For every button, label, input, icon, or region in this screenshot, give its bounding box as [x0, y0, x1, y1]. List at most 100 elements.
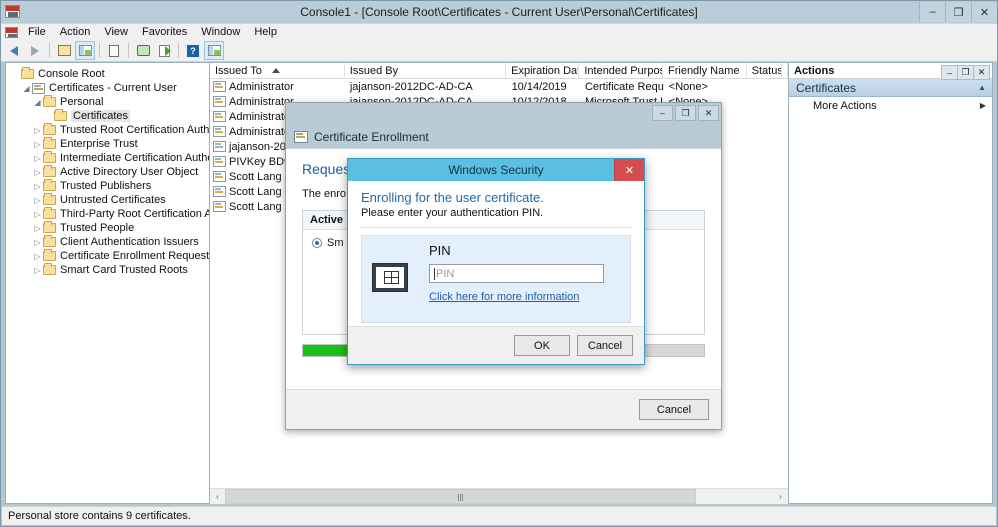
help-icon[interactable]: ? [183, 41, 203, 60]
show-hide-tree-icon[interactable] [75, 41, 95, 60]
tree-node-trusted-root-certification-authorities[interactable]: ▷ Trusted Root Certification Authorities [8, 123, 209, 137]
scrollbar-track[interactable] [225, 488, 773, 504]
back-arrow-icon[interactable] [4, 41, 24, 60]
menu-item-view[interactable]: View [97, 25, 135, 39]
certificate-enrollment-minimize-button[interactable]: – [652, 105, 673, 121]
cell-purposes: Certificate Request ... [584, 80, 664, 93]
tree-node-certificates-current-user[interactable]: ◢ Certificates - Current User [8, 81, 209, 95]
mmc-console-window: Console1 - [Console Root\Certificates - … [0, 0, 998, 527]
column-header-issued-to[interactable]: Issued To [210, 63, 345, 78]
tree-expander-icon[interactable]: ▷ [32, 140, 43, 149]
certificate-enrollment-window-controls: – ❐ ✕ [650, 105, 719, 121]
column-header-label: Intended Purposes [584, 65, 662, 77]
ok-button[interactable]: OK [514, 335, 570, 356]
tree-node-console-root[interactable]: Console Root [8, 67, 209, 81]
toolbar-separator [99, 43, 100, 58]
divider [361, 227, 631, 228]
column-header-label: Expiration Date [511, 65, 580, 77]
console-menu-icon [5, 26, 21, 38]
actions-pane: Actions Certificates ▲ More Actions ▶ [788, 63, 992, 503]
console-tree-pane[interactable]: Console Root ◢ Certificates - Current User… [6, 63, 210, 503]
tree-node-label: Enterprise Trust [60, 138, 138, 150]
mdi-close-button[interactable]: ✕ [973, 65, 990, 80]
tree-node-untrusted-certificates[interactable]: ▷ Untrusted Certificates [8, 193, 209, 207]
window-title: Console1 - [Console Root\Certificates - … [300, 5, 698, 19]
tree-expander-icon[interactable]: ▷ [32, 238, 43, 247]
toolbar-separator [178, 43, 179, 58]
tree-node-label: Trusted Root Certification Authorities [60, 124, 210, 136]
mdi-minimize-button[interactable]: – [941, 65, 958, 80]
scroll-right-button[interactable]: › [773, 488, 788, 504]
windows-security-heading: Enrolling for the user certificate. [361, 190, 544, 205]
tree-expander-icon[interactable]: ▷ [32, 252, 43, 261]
folder-icon [43, 179, 56, 191]
tree-node-smart-card-trusted-roots[interactable]: ▷ Smart Card Trusted Roots [8, 263, 209, 277]
forward-arrow-icon[interactable] [25, 41, 45, 60]
certificate-icon [213, 156, 226, 167]
window-titlebar: Console1 - [Console Root\Certificates - … [1, 1, 997, 23]
column-header-status[interactable]: Status [747, 63, 783, 78]
column-header-issued-by[interactable]: Issued By [345, 63, 507, 78]
tree-node-intermediate-certification-authorities[interactable]: ▷ Intermediate Certification Authorities [8, 151, 209, 165]
up-folder-icon[interactable] [54, 41, 74, 60]
tree-node-trusted-people[interactable]: ▷ Trusted People [8, 221, 209, 235]
tree-node-trusted-publishers[interactable]: ▷ Trusted Publishers [8, 179, 209, 193]
tree-expander-icon[interactable]: ▷ [32, 210, 43, 219]
action-item-label: More Actions [813, 99, 877, 112]
column-header-label: Issued To [215, 65, 262, 77]
menu-item-file[interactable]: File [21, 25, 53, 39]
tree-expander-icon[interactable]: ◢ [21, 84, 32, 93]
cancel-button[interactable]: Cancel [577, 335, 633, 356]
folder-icon [43, 165, 56, 177]
tree-expander-icon[interactable]: ▷ [32, 266, 43, 275]
menu-item-window[interactable]: Window [194, 25, 247, 39]
pin-input[interactable]: PIN [429, 264, 604, 283]
radio-selected-icon[interactable] [312, 238, 322, 248]
table-row[interactable]: Administrator jajanson-2012DC-AD-CA 10/14/… [210, 79, 788, 94]
horizontal-scrollbar[interactable]: ‹ › [210, 488, 788, 504]
tree-node-client-authentication-issuers[interactable]: ▷ Client Authentication Issuers [8, 235, 209, 249]
properties-icon[interactable] [104, 41, 124, 60]
tree-node-active-directory-user-object[interactable]: ▷ Active Directory User Object [8, 165, 209, 179]
certificate-enrollment-cancel-button[interactable]: Cancel [639, 399, 709, 420]
action-item-more-actions[interactable]: More Actions ▶ [789, 97, 992, 114]
windows-security-close-button[interactable]: ✕ [614, 159, 644, 181]
certificate-enrollment-close-button[interactable]: ✕ [698, 105, 719, 121]
tree-expander-icon[interactable]: ▷ [32, 168, 43, 177]
tree-node-certificates[interactable]: Certificates [8, 109, 209, 123]
column-header-label: Issued By [349, 65, 399, 77]
tree-node-third-party-root-certification-authorities[interactable]: ▷ Third-Party Root Certification Authorit… [8, 207, 209, 221]
column-header-certi[interactable]: Certi [782, 63, 789, 78]
tree-expander-icon[interactable]: ◢ [32, 98, 43, 107]
cell-certi: Enro [783, 81, 788, 93]
tree-expander-icon[interactable]: ▷ [32, 154, 43, 163]
refresh-icon[interactable] [133, 41, 153, 60]
tree-node-certificate-enrollment-requests[interactable]: ▷ Certificate Enrollment Requests [8, 249, 209, 263]
tree-node-label: Certificate Enrollment Requests [60, 250, 210, 262]
tree-expander-icon[interactable]: ▷ [32, 224, 43, 233]
chevron-up-icon[interactable]: ▲ [978, 83, 986, 92]
tree-expander-icon[interactable]: ▷ [32, 196, 43, 205]
certificate-icon [213, 111, 226, 122]
folder-icon [43, 221, 56, 233]
tree-expander-icon[interactable]: ▷ [32, 182, 43, 191]
scrollbar-thumb[interactable] [225, 488, 697, 504]
menu-item-favorites[interactable]: Favorites [135, 25, 194, 39]
more-information-link[interactable]: Click here for more information [429, 291, 579, 303]
mdi-restore-button[interactable]: ❐ [957, 65, 974, 80]
certificate-enrollment-restore-button[interactable]: ❐ [675, 105, 696, 121]
tree-node-label: Active Directory User Object [60, 166, 199, 178]
tree-node-enterprise-trust[interactable]: ▷ Enterprise Trust [8, 137, 209, 151]
export-list-icon[interactable] [154, 41, 174, 60]
tree-expander-icon[interactable]: ▷ [32, 126, 43, 135]
column-header-expiration-date[interactable]: Expiration Date [506, 63, 580, 78]
column-header-friendly-name[interactable]: Friendly Name [663, 63, 747, 78]
menu-item-action[interactable]: Action [53, 25, 98, 39]
tree-node-personal[interactable]: ◢ Personal [8, 95, 209, 109]
actions-group-certificates[interactable]: Certificates ▲ [789, 79, 992, 97]
scroll-left-button[interactable]: ‹ [210, 488, 225, 504]
menu-item-help[interactable]: Help [247, 25, 284, 39]
cell-friendly: <None> [668, 80, 708, 93]
show-hide-action-pane-icon[interactable] [204, 41, 224, 60]
column-header-intended-purposes[interactable]: Intended Purposes [579, 63, 663, 78]
